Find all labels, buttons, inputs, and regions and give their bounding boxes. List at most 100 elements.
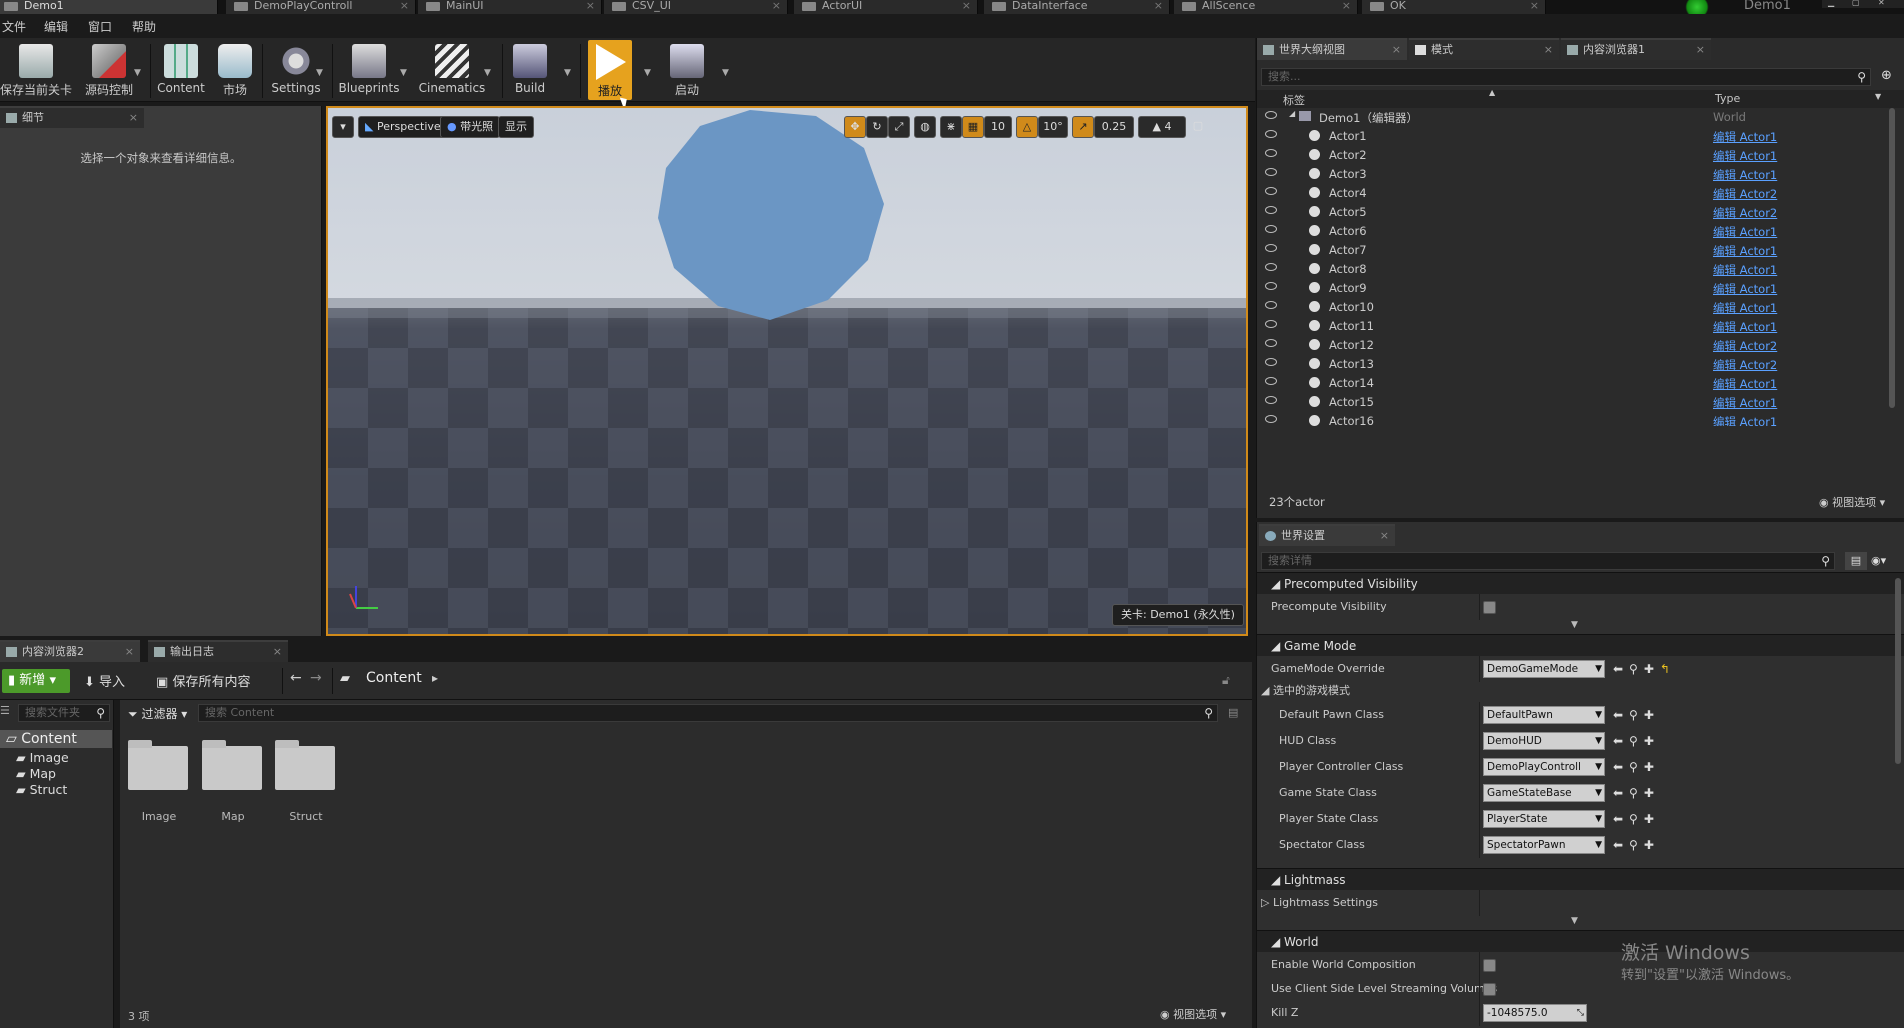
chevron-down-icon[interactable]: ▼ [134,68,141,78]
blueprints-button[interactable]: Blueprints [336,40,402,100]
surface-snap-icon[interactable]: ⋇ [940,116,962,138]
path-breadcrumb-content[interactable]: Content [366,670,422,686]
minimize-icon[interactable]: ▁ [1828,0,1834,7]
close-icon[interactable]: × [962,0,971,12]
edit-actor-link[interactable]: 编辑 Actor1 [1713,300,1777,316]
breadcrumb-chevron-icon[interactable]: ▸ [432,671,438,685]
rotate-icon[interactable]: ↻ [866,116,888,138]
asset-actions[interactable]: ⬅⚲✚ [1613,728,1660,754]
eye-icon[interactable] [1265,168,1277,176]
edit-actor-link[interactable]: 编辑 Actor1 [1713,129,1777,145]
save-level-button[interactable]: 保存当前关卡 [0,40,72,100]
tab-world-outliner[interactable]: 世界大纲视图 × [1257,38,1407,60]
add-pin-icon[interactable]: ⊕ [1881,68,1892,83]
edit-actor-link[interactable]: 编辑 Actor1 [1713,395,1777,411]
level-viewport[interactable]: ▾ ◣ Perspective ● 带光照 显示 ✥ ↻ ⤢ ◍ ⋇ ▦ 10 … [326,106,1248,636]
chevron-down-icon[interactable]: ▼ [484,68,491,78]
kill-z-input[interactable]: -1048575.0 ⤡ [1483,1004,1587,1022]
lock-icon[interactable]: 🔓︎ [1222,673,1230,688]
eye-icon[interactable] [1265,301,1277,309]
outliner-row[interactable]: Actor8 编辑 Actor1 [1257,260,1904,279]
tab-details[interactable]: 细节 × [0,106,144,128]
eye-icon[interactable] [1265,282,1277,290]
scale-snap-icon[interactable]: ↗ [1072,116,1094,138]
show-button[interactable]: 显示 [498,116,534,138]
outliner-row[interactable]: Actor1 编辑 Actor1 [1257,127,1904,146]
tab-content-browser-1[interactable]: 内容浏览器1 × [1561,38,1711,60]
eye-icon[interactable]: ◉▾ [1871,554,1886,567]
close-icon[interactable]: × [400,0,409,12]
chevron-down-icon[interactable]: ▼ [644,68,651,78]
grid-snap-icon[interactable]: ▦ [962,116,984,138]
close-icon[interactable]: × [772,0,781,12]
outliner-scrollbar[interactable] [1889,108,1895,408]
doc-tab-csv-ui[interactable]: CSV_UI × [604,0,788,14]
outliner-row[interactable]: Actor4 编辑 Actor2 [1257,184,1904,203]
outliner-row[interactable]: Actor6 编辑 Actor1 [1257,222,1904,241]
close-icon[interactable]: × [273,642,282,662]
prop-lightmass-settings[interactable]: ▷ Lightmass Settings [1257,890,1904,916]
content-button[interactable]: Content [154,40,208,100]
class-select[interactable]: DemoHUD ▼ [1483,732,1605,750]
outliner-row[interactable]: Actor3 编辑 Actor1 [1257,165,1904,184]
close-icon[interactable]: × [1380,526,1389,546]
expand-arrow-icon[interactable]: ◢ [1289,109,1295,118]
outliner-row[interactable]: Actor5 编辑 Actor2 [1257,203,1904,222]
asset-actions[interactable]: ⬅⚲✚ [1613,806,1660,832]
close-icon[interactable]: × [1544,40,1553,60]
eye-icon[interactable] [1265,149,1277,157]
edit-actor-link[interactable]: 编辑 Actor1 [1713,414,1777,426]
import-button[interactable]: ⬇ 导入 [84,671,125,690]
search-content-input[interactable]: 搜索 Content ⚲ [198,704,1218,722]
outliner-row[interactable]: Actor10 编辑 Actor1 [1257,298,1904,317]
gamemode-override-select[interactable]: DemoGameMode ▼ [1483,660,1605,678]
outliner-row[interactable]: Actor11 编辑 Actor1 [1257,317,1904,336]
edit-actor-link[interactable]: 编辑 Actor2 [1713,186,1777,202]
tree-item-content[interactable]: ▱ Content [0,730,112,748]
tree-item-map[interactable]: ▰ Map [16,766,56,781]
tree-item-image[interactable]: ▰ Image [16,750,69,765]
outliner-row[interactable]: Actor15 编辑 Actor1 [1257,393,1904,412]
search-folders-input[interactable]: 搜索文件夹 ⚲ [18,704,110,722]
source-control-button[interactable]: 源码控制 [76,40,142,100]
viewport-options-button[interactable]: ▾ [332,116,354,138]
tab-modes[interactable]: 模式 × [1409,38,1559,60]
eye-icon[interactable] [1265,244,1277,252]
eye-icon[interactable] [1265,263,1277,271]
eye-icon[interactable] [1265,130,1277,138]
edit-actor-link[interactable]: 编辑 Actor1 [1713,376,1777,392]
doc-tab-demo1[interactable]: Demo1 [0,0,218,14]
property-matrix-icon[interactable]: ▤ [1845,552,1867,570]
sphere-mesh[interactable] [658,110,884,320]
eye-icon[interactable] [1265,415,1277,423]
class-select[interactable]: GameStateBase ▼ [1483,784,1605,802]
asset-actions[interactable]: ⬅⚲✚ [1613,832,1660,858]
section-lightmass[interactable]: ◢ Lightmass [1257,868,1904,890]
eye-icon[interactable] [1265,339,1277,347]
section-precomputed-visibility[interactable]: ◢ Precomputed Visibility [1257,572,1904,594]
world-space-icon[interactable]: ◍ [914,116,936,138]
outliner-row[interactable]: Actor14 编辑 Actor1 [1257,374,1904,393]
outliner-row[interactable]: Actor12 编辑 Actor2 [1257,336,1904,355]
perspective-button[interactable]: ◣ Perspective [358,116,448,138]
column-label[interactable]: 标签 [1283,92,1305,108]
launch-button[interactable]: 启动 [662,40,712,100]
section-game-mode[interactable]: ◢ Game Mode [1257,634,1904,656]
eye-icon[interactable] [1265,358,1277,366]
edit-actor-link[interactable]: 编辑 Actor1 [1713,148,1777,164]
class-select[interactable]: PlayerState ▼ [1483,810,1605,828]
asset-actions[interactable]: ⬅⚲✚↰ [1613,656,1676,682]
scale-icon[interactable]: ⤢ [888,116,910,138]
close-window-icon[interactable]: ✕ [1878,0,1885,7]
world-settings-scrollbar[interactable] [1895,578,1901,764]
doc-tab-demoplaycontroll[interactable]: DemoPlayControll × [226,0,416,14]
save-all-button[interactable]: ▣ 保存所有内容 [156,671,250,690]
outliner-row[interactable]: Actor7 编辑 Actor1 [1257,241,1904,260]
edit-actor-link[interactable]: 编辑 Actor1 [1713,319,1777,335]
outliner-search-input[interactable]: 搜索... ⚲ [1261,68,1871,86]
outliner-row[interactable]: Actor9 编辑 Actor1 [1257,279,1904,298]
menu-help[interactable]: 帮助 [132,18,156,35]
edit-actor-link[interactable]: 编辑 Actor1 [1713,243,1777,259]
close-icon[interactable]: × [129,108,138,128]
camera-speed-button[interactable]: ▲ 4 [1138,116,1186,138]
